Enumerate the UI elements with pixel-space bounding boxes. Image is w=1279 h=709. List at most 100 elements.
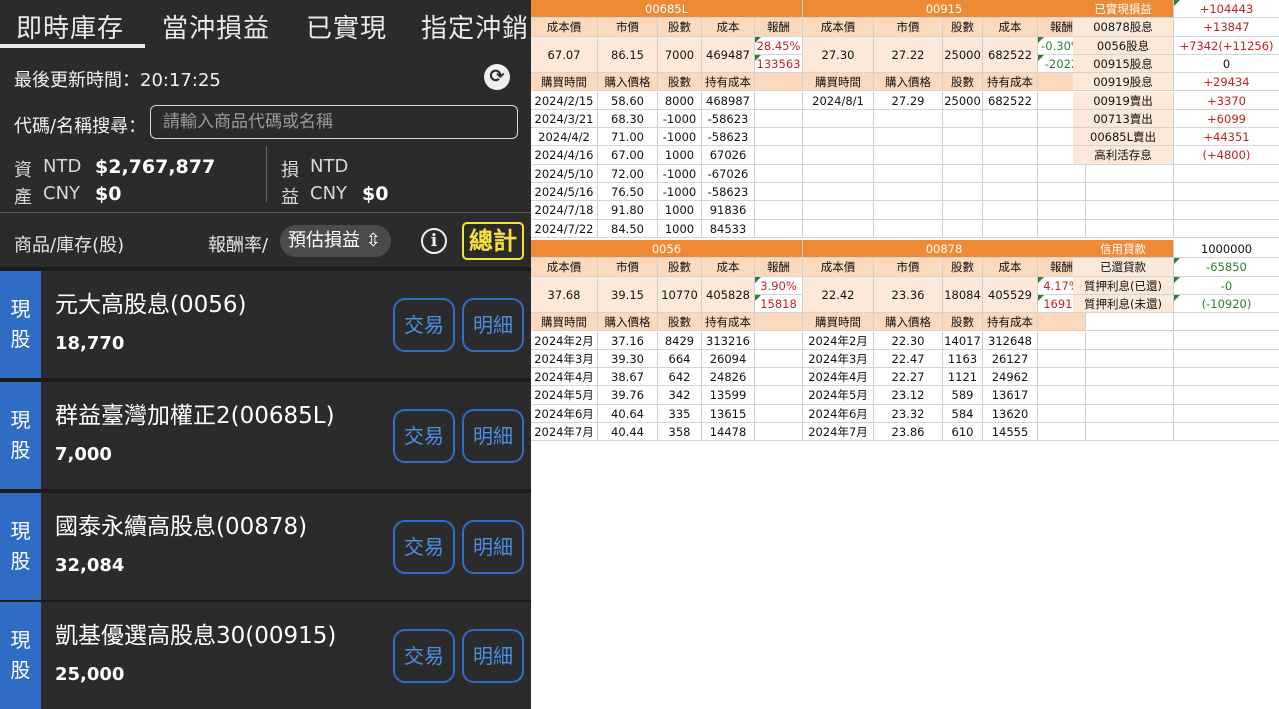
detail-cell[interactable] [755, 201, 803, 220]
detail-cell[interactable]: 39.30 [598, 349, 658, 369]
summary-value[interactable]: 22.42 [803, 276, 874, 314]
detail-cell[interactable]: 84.50 [598, 219, 658, 238]
detail-cell[interactable]: 2024年7月 [531, 423, 598, 442]
detail-cell[interactable]: 584 [943, 404, 983, 423]
summary-value[interactable]: 682522 [983, 36, 1038, 74]
detail-cell[interactable]: 26094 [702, 349, 755, 369]
detail-cell[interactable]: 358 [658, 423, 702, 442]
detail-cell[interactable]: 1000 [658, 219, 702, 238]
summary-value[interactable]: 405828 [702, 276, 755, 314]
realized-label[interactable]: 高利活存息 [1073, 146, 1174, 165]
tab-inventory[interactable]: 即時庫存 [16, 8, 124, 45]
detail-header[interactable]: 購入價格 [598, 73, 658, 92]
detail-header[interactable]: 股數 [658, 313, 702, 332]
block-title[interactable]: 00878 [803, 240, 1086, 259]
detail-header[interactable]: 股數 [943, 73, 983, 92]
detail-cell[interactable]: 2024/8/1 [803, 91, 874, 110]
detail-cell[interactable]: -1000 [658, 128, 702, 147]
detail-header[interactable]: 持有成本 [983, 313, 1038, 332]
detail-cell[interactable]: 23.32 [874, 404, 943, 423]
sheet-cell[interactable] [1174, 201, 1279, 220]
detail-header[interactable] [755, 313, 803, 332]
summary-header[interactable]: 股數 [658, 18, 702, 37]
detail-cell[interactable]: 22.27 [874, 368, 943, 387]
detail-cell[interactable] [943, 219, 983, 238]
detail-button[interactable]: 明細 [462, 298, 524, 352]
detail-cell[interactable]: -58623 [702, 109, 755, 129]
detail-cell[interactable]: -67026 [702, 164, 755, 183]
summary-value[interactable]: 39.15 [598, 276, 658, 314]
detail-cell[interactable]: 2024年7月 [803, 423, 874, 442]
detail-cell[interactable]: 14478 [702, 423, 755, 442]
detail-cell[interactable]: 2024/2/15 [531, 91, 598, 110]
summary-header[interactable]: 市價 [598, 258, 658, 277]
credit-value[interactable]: -0 [1174, 276, 1279, 295]
sheet-cell[interactable] [1073, 349, 1174, 369]
detail-cell[interactable] [874, 109, 943, 129]
estimated-pnl-toggle[interactable]: 預估損益 ⇳ [280, 225, 391, 257]
summary-header[interactable]: 市價 [874, 258, 943, 277]
detail-cell[interactable]: 342 [658, 386, 702, 405]
summary-header[interactable]: 市價 [874, 18, 943, 37]
tab-specified-offset[interactable]: 指定沖銷 [421, 8, 529, 45]
detail-header[interactable]: 購買時間 [803, 73, 874, 92]
realized-header-label[interactable]: 已實現損益 [1073, 0, 1174, 19]
realized-label[interactable]: 00878股息 [1073, 18, 1174, 37]
realized-value[interactable]: +7342(+11256) [1174, 37, 1279, 55]
detail-cell[interactable] [755, 164, 803, 183]
summary-header[interactable]: 股數 [658, 258, 702, 277]
tab-daytrade-pnl[interactable]: 當沖損益 [162, 8, 270, 45]
sheet-cell[interactable] [1073, 423, 1174, 442]
detail-button[interactable]: 明細 [462, 520, 524, 574]
detail-cell[interactable] [943, 164, 983, 183]
detail-header[interactable]: 購入價格 [598, 313, 658, 332]
detail-cell[interactable]: 2024/7/18 [531, 201, 598, 220]
detail-cell[interactable]: 2024/4/2 [531, 128, 598, 147]
detail-cell[interactable] [874, 146, 943, 165]
detail-cell[interactable] [983, 109, 1038, 129]
summary-value[interactable]: 405529 [983, 276, 1038, 314]
detail-cell[interactable]: 335 [658, 404, 702, 423]
credit-value[interactable]: -65850 [1174, 258, 1279, 277]
search-input[interactable] [150, 105, 518, 139]
sheet-cell[interactable] [1073, 331, 1174, 350]
sheet-cell[interactable] [1174, 183, 1279, 202]
summary-value[interactable]: 27.22 [874, 36, 943, 74]
detail-cell[interactable]: 682522 [983, 91, 1038, 110]
detail-cell[interactable]: 13620 [983, 404, 1038, 423]
detail-cell[interactable] [803, 219, 874, 238]
summary-header[interactable]: 成本 [702, 258, 755, 277]
detail-cell[interactable] [874, 183, 943, 202]
summary-header[interactable]: 成本價 [803, 258, 874, 277]
sheet-cell[interactable] [1174, 386, 1279, 405]
detail-cell[interactable]: 2024年5月 [531, 386, 598, 405]
realized-value[interactable]: +3370 [1174, 92, 1279, 110]
realized-value[interactable]: +29434 [1174, 73, 1279, 92]
summary-header[interactable]: 報酬 [755, 18, 803, 37]
sheet-cell[interactable] [1073, 313, 1174, 332]
credit-header-label[interactable]: 信用貸款 [1073, 240, 1174, 259]
detail-cell[interactable] [755, 146, 803, 165]
trade-button[interactable]: 交易 [393, 409, 455, 463]
detail-cell[interactable]: 1163 [943, 349, 983, 369]
summary-value[interactable]: 469487 [702, 36, 755, 74]
detail-cell[interactable] [983, 146, 1038, 165]
detail-cell[interactable]: 13599 [702, 386, 755, 405]
detail-cell[interactable]: 38.67 [598, 368, 658, 387]
total-button[interactable]: 總計 [462, 222, 524, 260]
realized-label[interactable]: 00919賣出 [1073, 91, 1174, 110]
summary-header[interactable]: 市價 [598, 18, 658, 37]
detail-cell[interactable] [943, 109, 983, 129]
detail-cell[interactable]: -1000 [658, 183, 702, 202]
realized-value[interactable]: (+4800) [1174, 146, 1279, 165]
detail-cell[interactable]: 23.12 [874, 386, 943, 405]
detail-header[interactable]: 購入價格 [874, 73, 943, 92]
detail-cell[interactable]: 312648 [983, 331, 1038, 350]
realized-header-value[interactable]: +104443 [1174, 0, 1279, 19]
detail-cell[interactable]: 2024年6月 [531, 404, 598, 423]
detail-cell[interactable]: 84533 [702, 219, 755, 238]
detail-cell[interactable] [755, 91, 803, 110]
detail-cell[interactable]: 24962 [983, 368, 1038, 387]
detail-cell[interactable]: 91836 [702, 201, 755, 220]
refresh-icon[interactable]: ⟳ [484, 64, 510, 90]
